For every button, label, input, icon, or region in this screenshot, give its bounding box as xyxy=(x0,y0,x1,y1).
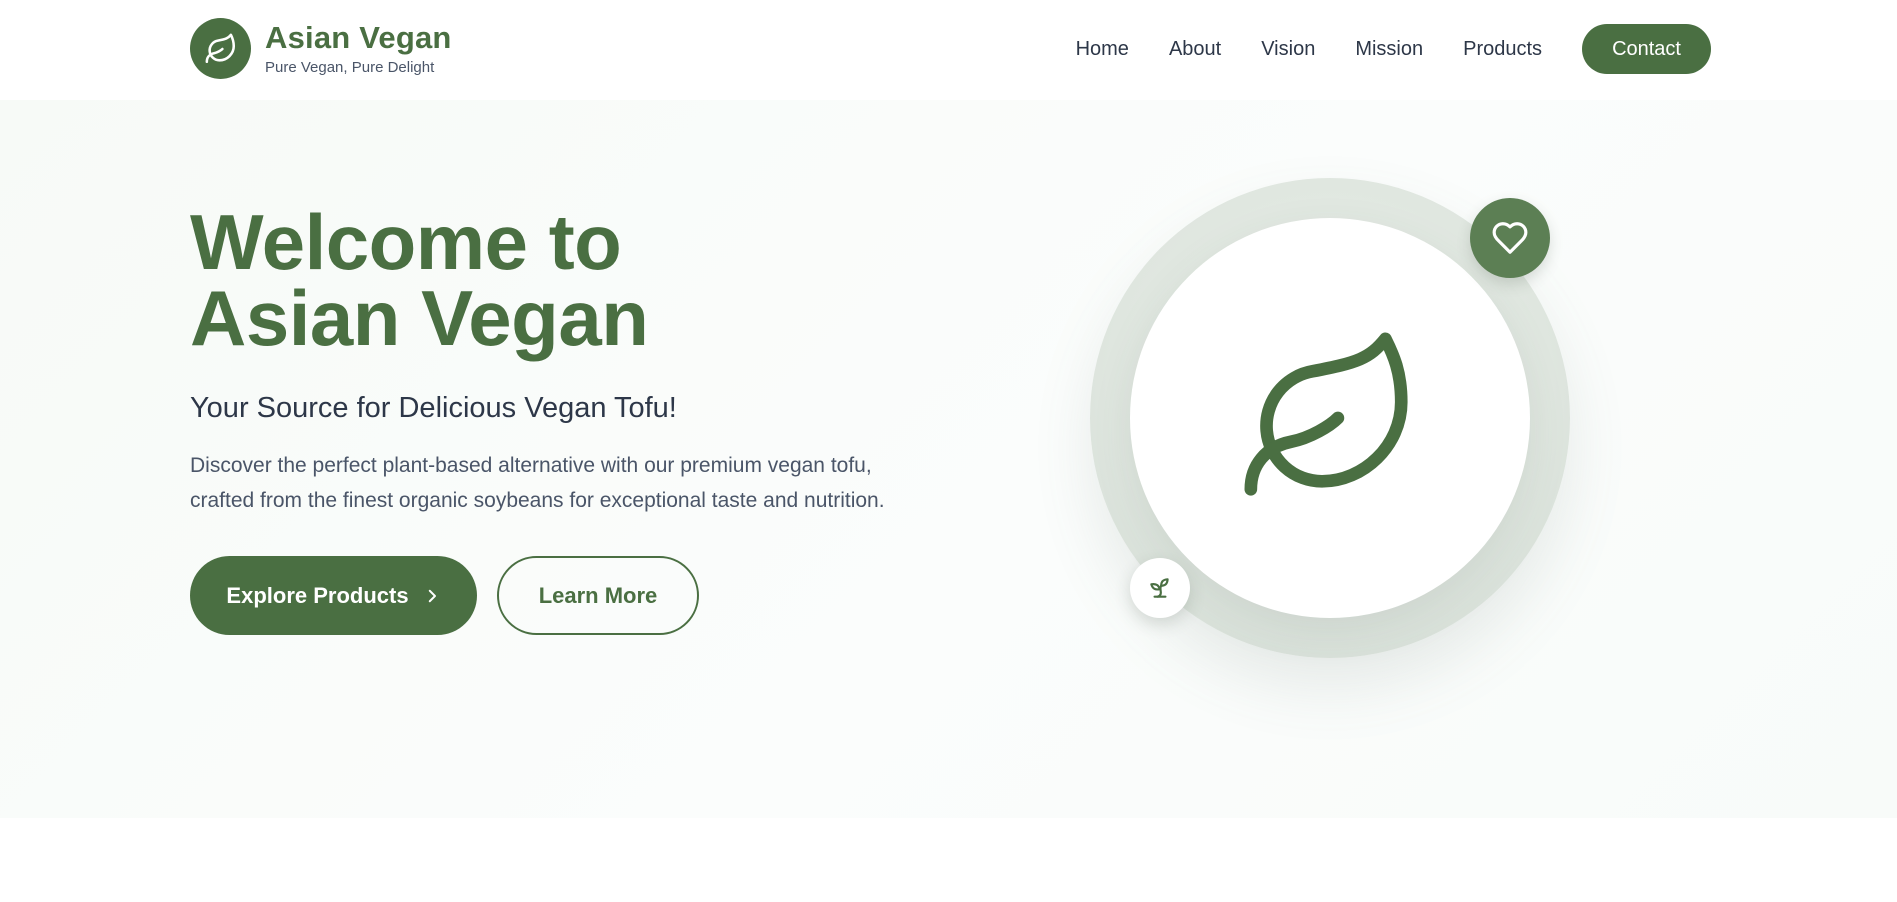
sprout-icon xyxy=(1150,578,1169,598)
nav-home[interactable]: Home xyxy=(1076,38,1129,61)
nav-products[interactable]: Products xyxy=(1463,38,1542,61)
hero-description-line2: crafted from the finest organic soybeans… xyxy=(190,489,885,512)
page: Asian Vegan Pure Vegan, Pure Delight Hom… xyxy=(0,0,1897,902)
explore-products-button[interactable]: Explore Products xyxy=(190,556,477,635)
brand-name: Asian Vegan xyxy=(265,19,452,55)
contact-button[interactable]: Contact xyxy=(1582,24,1711,74)
leaf-icon xyxy=(1244,332,1408,496)
hero-description: Discover the perfect plant-based alterna… xyxy=(190,448,970,518)
hero-text: Welcome to Asian Vegan Your Source for D… xyxy=(190,198,970,635)
brand-tagline: Pure Vegan, Pure Delight xyxy=(265,58,435,76)
nav-mission[interactable]: Mission xyxy=(1355,38,1423,61)
chevron-right-icon xyxy=(428,589,436,602)
brand[interactable]: Asian Vegan Pure Vegan, Pure Delight xyxy=(190,18,452,79)
heart-icon xyxy=(1492,222,1528,254)
explore-products-label: Explore Products xyxy=(226,582,409,608)
hero-title-line2: Asian Vegan xyxy=(190,274,649,362)
brand-logo xyxy=(190,18,251,79)
hero-subtitle: Your Source for Delicious Vegan Tofu! xyxy=(190,392,677,424)
sprout-badge[interactable] xyxy=(1130,558,1190,618)
site-header: Asian Vegan Pure Vegan, Pure Delight Hom… xyxy=(0,0,1897,100)
brand-text: Asian Vegan Pure Vegan, Pure Delight xyxy=(265,20,452,78)
hero-illustration xyxy=(1090,178,1570,658)
hero-section: Welcome to Asian Vegan Your Source for D… xyxy=(0,100,1897,818)
hero-title-line1: Welcome to xyxy=(190,198,622,286)
heart-badge[interactable] xyxy=(1470,198,1550,278)
learn-more-button[interactable]: Learn More xyxy=(497,556,699,635)
nav-about[interactable]: About xyxy=(1169,38,1221,61)
hero-buttons: Explore Products Learn More xyxy=(190,556,970,635)
nav-vision[interactable]: Vision xyxy=(1261,38,1315,61)
illustration-circle xyxy=(1130,218,1530,618)
main-nav: Home About Vision Mission Products Conta… xyxy=(1076,24,1711,74)
hero-description-line1: Discover the perfect plant-based alterna… xyxy=(190,454,872,477)
leaf-icon xyxy=(205,33,235,63)
hero-title: Welcome to Asian Vegan xyxy=(190,198,970,362)
